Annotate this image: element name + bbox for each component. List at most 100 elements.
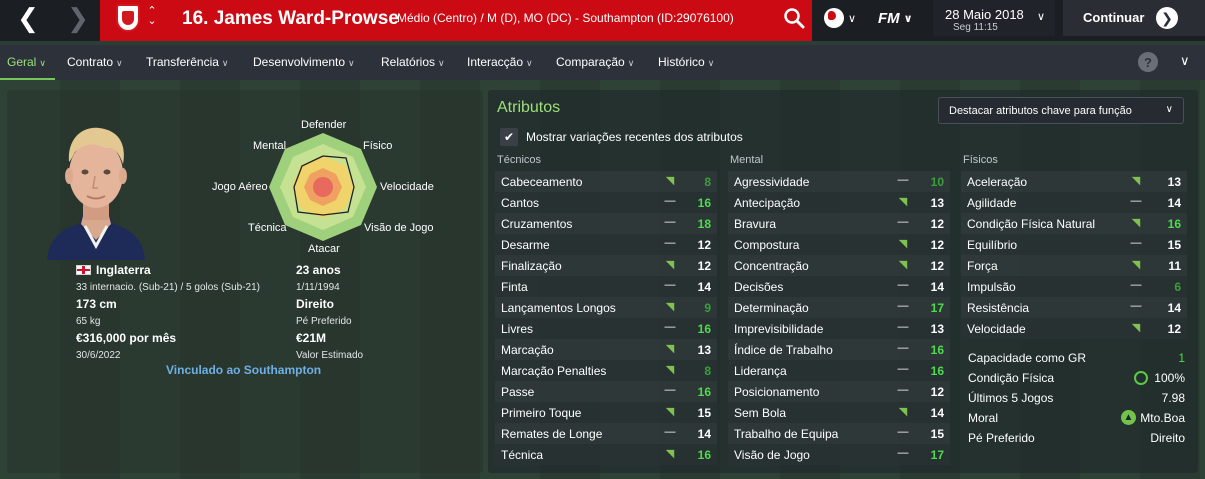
age: 23 anos <box>296 263 341 277</box>
attribute-name: Compostura <box>734 238 800 252</box>
attribute-row[interactable]: Equilíbrio — 15 <box>961 234 1187 255</box>
attribute-name: Livres <box>501 322 534 336</box>
attribute-value: 14 <box>1167 301 1181 315</box>
attribute-row[interactable]: Lançamentos Longos ◥ 9 <box>495 297 717 318</box>
attribute-row[interactable]: Impulsão — 6 <box>961 276 1187 297</box>
attribute-row[interactable]: Resistência — 14 <box>961 297 1187 318</box>
england-flag-icon <box>76 265 91 275</box>
attribute-row[interactable]: Desarme — 12 <box>495 234 717 255</box>
continue-button[interactable]: Continuar ❯ <box>1063 0 1205 36</box>
player-positions: Médio (Centro) / M (D), MO (DC) - Southa… <box>397 11 734 25</box>
attribute-row[interactable]: Imprevisibilidade — 13 <box>728 318 950 339</box>
attribute-value: 13 <box>697 343 711 357</box>
attribute-row[interactable]: Passe — 16 <box>495 381 717 402</box>
menu-interaccao[interactable]: Interacção ∨ <box>467 55 533 69</box>
attribute-row[interactable]: Bravura — 12 <box>728 213 950 234</box>
attribute-row[interactable]: Concentração ◥ 12 <box>728 255 950 276</box>
attribute-row[interactable]: Trabalho de Equipa — 15 <box>728 423 950 444</box>
attribute-name: Condição Física Natural <box>967 217 1096 231</box>
club-switcher[interactable]: ⌃ ⌄ <box>145 6 159 27</box>
trend-flat-icon: — <box>1130 279 1142 291</box>
search-icon[interactable] <box>783 7 805 29</box>
attribute-row[interactable]: Velocidade ◥ 12 <box>961 318 1187 339</box>
wage: €316,000 por mês <box>76 331 177 345</box>
attribute-row[interactable]: Cantos — 16 <box>495 192 717 213</box>
attribute-row[interactable]: Visão de Jogo — 17 <box>728 444 950 465</box>
attribute-value: 12 <box>697 259 711 273</box>
back-button[interactable]: ❮ <box>3 0 53 36</box>
mental-heading: Mental <box>730 154 764 166</box>
attribute-row[interactable]: Agressividade — 10 <box>728 171 950 192</box>
forward-button[interactable]: ❯ <box>53 0 103 36</box>
menu-desenvolvimento[interactable]: Desenvolvimento ∨ <box>253 55 355 69</box>
attribute-row[interactable]: Liderança — 16 <box>728 360 950 381</box>
attribute-row[interactable]: Antecipação ◥ 13 <box>728 192 950 213</box>
attribute-name: Cantos <box>501 196 540 210</box>
trend-up-icon: ◥ <box>665 343 675 355</box>
attribute-name: Cruzamentos <box>501 217 573 231</box>
attribute-row[interactable]: Sem Bola ◥ 14 <box>728 402 950 423</box>
attribute-row[interactable]: Compostura ◥ 12 <box>728 234 950 255</box>
attribute-value: 17 <box>930 301 944 315</box>
attribute-row[interactable]: Cruzamentos — 18 <box>495 213 717 234</box>
menu-contrato[interactable]: Contrato ∨ <box>67 55 123 69</box>
attribute-row[interactable]: Finalização ◥ 12 <box>495 255 717 276</box>
attribute-name: Resistência <box>967 301 1030 315</box>
trend-flat-icon: — <box>897 363 909 375</box>
attribute-value: 12 <box>930 217 944 231</box>
condition-row: Condição Física 100% <box>968 371 1185 385</box>
attribute-row[interactable]: Técnica ◥ 16 <box>495 444 717 465</box>
menu-relatorios[interactable]: Relatórios ∨ <box>381 55 445 69</box>
attribute-row[interactable]: Posicionamento — 12 <box>728 381 950 402</box>
attribute-row[interactable]: Livres — 16 <box>495 318 717 339</box>
club-crest-icon[interactable] <box>116 4 140 32</box>
menu-transferencia[interactable]: Transferência ∨ <box>146 55 229 69</box>
menu-comparacao[interactable]: Comparação ∨ <box>556 55 634 69</box>
attribute-row[interactable]: Índice de Trabalho — 16 <box>728 339 950 360</box>
radar-label-atacar: Atacar <box>308 243 340 255</box>
attribute-row[interactable]: Decisões — 14 <box>728 276 950 297</box>
chevron-down-icon[interactable]: ∨ <box>1180 53 1190 69</box>
show-changes-label: Mostrar variações recentes dos atributos <box>526 130 743 144</box>
preferred-foot-value: Direito <box>1150 431 1185 445</box>
trend-up-icon: ◥ <box>665 364 675 376</box>
club-link[interactable]: Vinculado ao Southampton <box>166 363 321 377</box>
attributes-title: Atributos <box>497 99 561 116</box>
chevron-down-icon[interactable]: ⌄ <box>145 16 159 27</box>
fm-menu-button[interactable]: FM ∨ <box>878 0 930 36</box>
attribute-row[interactable]: Finta — 14 <box>495 276 717 297</box>
gk-ability-value: 1 <box>1178 351 1185 365</box>
birth-date: 1/11/1994 <box>296 282 340 293</box>
chevron-down-icon: ∨ <box>39 58 46 68</box>
date-display[interactable]: 28 Maio 2018 Seg 11:15 ∨ <box>933 0 1055 36</box>
attribute-row[interactable]: Cabeceamento ◥ 8 <box>495 171 717 192</box>
attribute-row[interactable]: Marcação ◥ 13 <box>495 339 717 360</box>
attribute-name: Liderança <box>734 364 787 378</box>
attribute-row[interactable]: Determinação — 17 <box>728 297 950 318</box>
trend-flat-icon: — <box>664 279 676 291</box>
attribute-row[interactable]: Remates de Longe — 14 <box>495 423 717 444</box>
attribute-row[interactable]: Agilidade — 14 <box>961 192 1187 213</box>
show-changes-checkbox[interactable]: ✔ <box>500 128 518 146</box>
highlight-role-dropdown[interactable]: Destacar atributos chave para função ∨ <box>938 97 1184 124</box>
chevron-down-icon: ∨ <box>847 12 857 25</box>
technical-attributes: Cabeceamento ◥ 8 Cantos — 16 Cruzamentos — 18 Des… <box>495 171 717 465</box>
menu-historico[interactable]: Histórico ∨ <box>658 55 714 69</box>
technical-heading: Técnicos <box>497 154 542 166</box>
condition-icon <box>1134 371 1148 385</box>
attribute-row[interactable]: Condição Física Natural ◥ 16 <box>961 213 1187 234</box>
nationality[interactable]: Inglaterra <box>76 263 151 277</box>
attribute-name: Trabalho de Equipa <box>734 427 839 441</box>
attribute-row[interactable]: Aceleração ◥ 13 <box>961 171 1187 192</box>
attribute-row[interactable]: Força ◥ 11 <box>961 255 1187 276</box>
morale-row[interactable]: Moral ▲ Mto.Boa <box>962 408 1188 428</box>
attribute-row[interactable]: Marcação Penalties ◥ 8 <box>495 360 717 381</box>
world-menu-button[interactable]: ∨ <box>812 0 868 36</box>
menu-geral[interactable]: Geral ∨ <box>7 55 46 69</box>
attribute-value: 11 <box>1168 259 1181 273</box>
chevron-left-icon: ❮ <box>17 2 39 33</box>
attribute-value: 12 <box>930 238 944 252</box>
estimated-value: €21M <box>296 331 327 345</box>
help-icon[interactable]: ? <box>1138 52 1158 72</box>
attribute-row[interactable]: Primeiro Toque ◥ 15 <box>495 402 717 423</box>
